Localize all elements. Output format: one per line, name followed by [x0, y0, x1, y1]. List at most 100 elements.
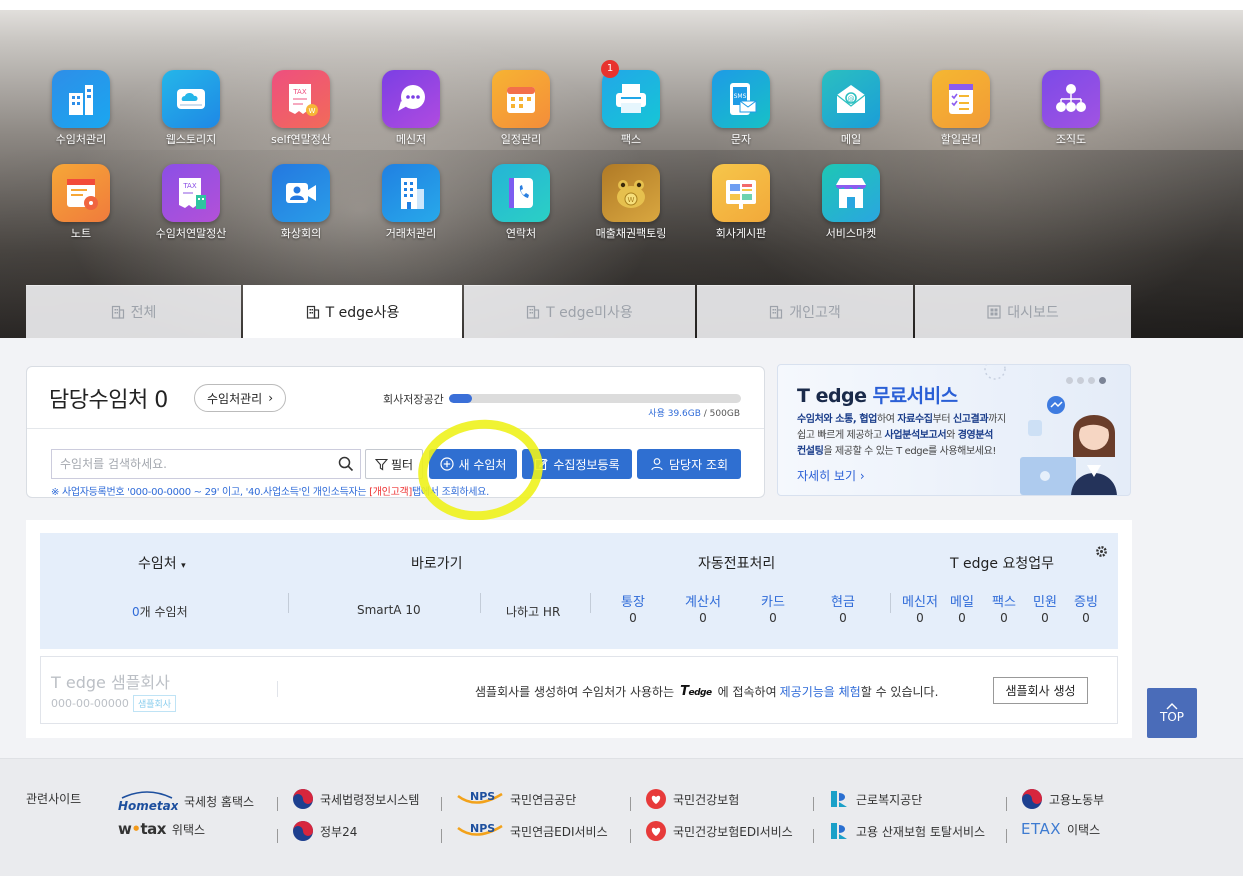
promo-text: 을 제공할 수 있는 T edge를 사용해보세요! — [823, 446, 996, 457]
create-sample-company-button[interactable]: 샘플회사 생성 — [993, 677, 1088, 704]
related-site-link[interactable]: 근로복지공단 — [828, 788, 922, 810]
related-sites-footer: 관련사이트 Hometax 국세청 홈택스 국세법령정보시스템 NPS 국민연금공단 국민… — [0, 758, 1243, 876]
request-2-label[interactable]: 팩스 — [984, 591, 1024, 610]
auto-voucher-0-count: 0 — [629, 611, 637, 625]
tab-label: T edge미사용 — [546, 305, 633, 321]
app-launcher-tax-receipt[interactable]: TAX Wself연말정산 — [251, 70, 351, 147]
tab-dashboard[interactable]: 대시보드 — [915, 285, 1131, 338]
search-icon[interactable] — [338, 456, 354, 476]
app-launcher-mail[interactable]: @ 메일 — [801, 70, 901, 147]
auto-voucher-3-count: 0 — [839, 611, 847, 625]
notice-text-red: [개인고객] — [369, 487, 412, 498]
client-count[interactable]: 0개 수임처 — [132, 603, 188, 620]
auto-voucher-3-label[interactable]: 현금 — [821, 591, 865, 610]
app-launcher-fax[interactable]: 팩스 1 — [581, 60, 681, 147]
promo-title-a: T edge — [797, 385, 873, 407]
gear-icon[interactable] — [1095, 543, 1108, 562]
bulletin-board-icon — [712, 164, 770, 222]
tax-receipt-icon: TAX W — [272, 70, 330, 128]
request-0-label[interactable]: 메신저 — [900, 591, 940, 610]
nps-logo-icon: NPS — [457, 822, 503, 836]
nahago-hr-link[interactable]: 나하고 HR — [506, 603, 560, 620]
auto-voucher-2-label[interactable]: 카드 — [751, 591, 795, 610]
notice-text-pre: ※ 사업자등록번호 '000-00-0000 ~ 29' 이고, '40.사업소… — [51, 487, 370, 498]
hero-top-strip — [0, 0, 1243, 10]
related-site-link[interactable]: NPS 국민연금공단 — [456, 788, 576, 810]
divider — [277, 829, 278, 843]
money-frog-icon: W — [602, 164, 660, 222]
filter-button[interactable]: 필터 — [365, 449, 423, 479]
divider — [441, 797, 442, 811]
client-manage-button[interactable]: 수임처관리 › — [194, 384, 287, 412]
tab-label: 전체 — [130, 305, 157, 321]
promo-text: 사업분석보고서 — [884, 430, 947, 441]
app-launcher-org-chart[interactable]: 조직도 — [1021, 70, 1121, 147]
app-launcher-office-building[interactable]: 거래처관리 — [361, 164, 461, 241]
tab-tedge-used[interactable]: T edge사용 — [243, 285, 462, 338]
related-site-label: 국세법령정보시스템 — [320, 792, 420, 807]
tab-all[interactable]: 전체 — [26, 285, 241, 338]
app-launcher-tax-building[interactable]: TAX 수임처연말정산 — [141, 164, 241, 241]
promo-more-link[interactable]: 자세히 보기 › — [797, 467, 865, 484]
related-site-link[interactable]: 국민건강보험 — [645, 788, 739, 810]
korea-emblem-icon — [293, 821, 313, 841]
promo-banner[interactable]: T edge 무료서비스 수임처와 소통, 협업하여 자료수집부터 신고결과까지… — [777, 364, 1131, 496]
filter-icon — [374, 458, 388, 470]
divider — [441, 829, 442, 843]
page-title: 담당수임처 0 — [49, 388, 168, 413]
related-site-label: 근로복지공단 — [856, 792, 923, 807]
request-1-label[interactable]: 메일 — [942, 591, 982, 610]
scroll-top-button[interactable]: TOP — [1147, 688, 1197, 738]
tab-personal-customer[interactable]: 개인고객 — [697, 285, 913, 338]
related-site-link[interactable]: ETAX 이택스 — [1021, 820, 1100, 838]
chat-bubble-icon — [382, 70, 440, 128]
app-launcher-video-call[interactable]: 화상회의 — [251, 164, 351, 241]
svg-text:W: W — [628, 196, 635, 204]
building-icon — [306, 305, 319, 319]
related-site-link[interactable]: 고용 산재보험 토탈서비스 — [828, 820, 985, 842]
related-site-link[interactable]: w•tax 위택스 — [118, 820, 205, 838]
app-label: 거래처관리 — [385, 227, 437, 240]
app-launcher-bulletin-board[interactable]: 회사게시판 — [691, 164, 791, 241]
stats-summary: 수임처 ▾ 바로가기 자동전표처리 T edge 요청업무 0개 수임처 Sma… — [40, 533, 1118, 649]
auto-voucher-0-label[interactable]: 통장 — [611, 591, 655, 610]
related-site-link[interactable]: NPS 국민연금EDI서비스 — [456, 820, 608, 842]
related-sites-title: 관련사이트 — [26, 792, 82, 806]
app-launcher-cloud-storage[interactable]: 웹스토리지 — [141, 70, 241, 147]
app-launcher-chat-bubble[interactable]: 메신저 — [361, 70, 461, 147]
svg-text:TAX: TAX — [182, 182, 197, 190]
tab-tedge-unused[interactable]: T edge미사용 — [464, 285, 695, 338]
svg-text:SMS: SMS — [734, 93, 747, 100]
promo-text: 와 — [946, 430, 958, 441]
app-launcher-money-frog[interactable]: W 매출채권팩토링 — [581, 164, 681, 241]
caret-down-icon: ▾ — [181, 561, 186, 571]
related-site-link[interactable]: 국세법령정보시스템 — [292, 788, 419, 810]
client-search-input[interactable] — [52, 450, 322, 478]
app-launcher-checklist[interactable]: 할일관리 — [911, 70, 1011, 147]
promo-text: 쉽고 빠르게 제공하고 — [797, 430, 885, 441]
related-site-link[interactable]: 정부24 — [292, 820, 357, 842]
request-4-label[interactable]: 증빙 — [1066, 591, 1106, 610]
related-site-link[interactable]: 국민건강보험EDI서비스 — [645, 820, 793, 842]
health-insurance-icon — [646, 821, 666, 841]
app-label: 회사게시판 — [715, 227, 767, 240]
related-site-label: 고용노동부 — [1049, 792, 1105, 807]
manager-lookup-button[interactable]: 담당자 조회 — [637, 449, 741, 479]
app-launcher-phone-book[interactable]: 연락처 — [471, 164, 571, 241]
related-site-link[interactable]: Hometax 국세청 홈택스 — [116, 788, 254, 814]
app-launcher-building[interactable]: 수임처관리 — [31, 70, 131, 147]
app-launcher-calendar[interactable]: 일정관리 — [471, 70, 571, 147]
divider — [590, 593, 591, 613]
smarta-link[interactable]: SmartA 10 — [357, 603, 421, 617]
app-launcher-note[interactable]: 노트 — [31, 164, 131, 241]
auto-voucher-1-label[interactable]: 계산서 — [681, 591, 725, 610]
building-icon — [770, 305, 783, 319]
tedge-logo-icon: Tedge — [680, 684, 712, 699]
related-site-link[interactable]: 고용노동부 — [1021, 788, 1104, 810]
request-3-label[interactable]: 민원 — [1025, 591, 1065, 610]
app-launcher-market-store[interactable]: 서비스마켓 — [801, 164, 901, 241]
divider — [480, 593, 481, 613]
app-launcher-sms[interactable]: SMS 문자 — [691, 70, 791, 147]
auto-voucher-header: 자동전표처리 — [698, 556, 776, 572]
client-column-header[interactable]: 수임처 ▾ — [138, 553, 186, 573]
